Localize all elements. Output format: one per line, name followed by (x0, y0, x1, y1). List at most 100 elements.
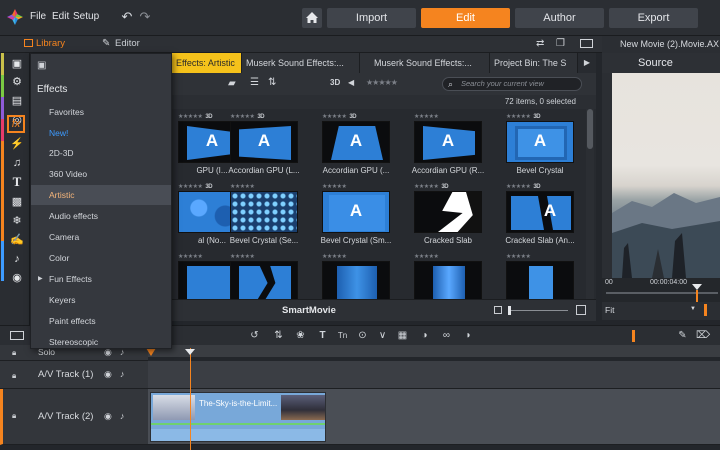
library-tab[interactable]: Library (36, 38, 65, 49)
menu-item-color[interactable]: Color (31, 248, 171, 268)
effects-fx-icon[interactable]: fx (7, 115, 25, 133)
author-mode-button[interactable]: Author (515, 8, 604, 28)
thumb-size-slider[interactable] (508, 310, 568, 311)
edit-tool-icon[interactable]: ✎ (676, 329, 689, 342)
tab-muserk-2[interactable]: Muserk Sound Effects:... (360, 53, 490, 73)
large-thumb-icon[interactable] (576, 305, 586, 315)
music-icon[interactable]: ♫ (10, 156, 24, 170)
menu-file[interactable]: File (30, 11, 46, 22)
edit-mode-button[interactable]: Edit (421, 8, 510, 28)
montage-icon[interactable]: ▩ (10, 195, 24, 209)
menu-item-keyers[interactable]: Keyers (31, 290, 171, 310)
motion-icon[interactable]: ❄ (10, 214, 24, 228)
3d-filter-label[interactable]: 3D (330, 78, 340, 87)
trash-icon[interactable]: ⌦ (696, 329, 710, 342)
copy-icon[interactable]: ❐ (556, 38, 565, 49)
tab-muserk-1[interactable]: Muserk Sound Effects:... (242, 53, 360, 73)
effect-tile[interactable]: ★★★★★ 3D Cracked Slab (408, 183, 488, 245)
search-input[interactable]: ⌕ Search your current view (442, 77, 582, 91)
menu-item-camera[interactable]: Camera (31, 227, 171, 247)
effect-tile[interactable]: ★★★★★ 3D A Cracked Slab (An... (500, 183, 580, 245)
playhead-handle[interactable] (185, 349, 195, 355)
slider-handle[interactable] (508, 306, 511, 315)
scene-tool-icon[interactable]: ◗ (462, 329, 475, 342)
smartmovie-button[interactable]: SmartMovie (282, 305, 336, 316)
microphone-icon[interactable]: ⊙ (356, 329, 369, 342)
effect-tile[interactable]: ★★★★★ Bevel Crystal (Se... (224, 183, 304, 245)
video-preview[interactable] (612, 73, 720, 278)
track-lane-av1[interactable] (148, 361, 720, 389)
brush-icon[interactable]: ✍ (10, 233, 24, 247)
grid-tool-icon[interactable]: ▦ (396, 329, 409, 342)
rating-filter-stars[interactable]: ★★★★★ (366, 78, 398, 87)
chevron-down-icon[interactable]: ▼ (690, 306, 696, 312)
lock-icon[interactable]: 🔒︎ (12, 411, 16, 421)
text-tool-icon[interactable]: Tn (336, 329, 349, 342)
collections-icon[interactable]: ⚙ (10, 75, 24, 89)
track-controls[interactable]: ◉♪ (104, 411, 132, 422)
effect-tile[interactable]: ★★★★★ (500, 253, 580, 299)
menu-item-fun-effects[interactable]: Fun Effects (31, 269, 171, 289)
folder-icon[interactable]: ▰ (228, 78, 236, 89)
title-tool-icon[interactable]: T (316, 329, 329, 342)
tab-project-bin[interactable]: Project Bin: The S (490, 53, 578, 73)
menu-setup[interactable]: Setup (73, 11, 99, 22)
effect-tile[interactable]: ★★★★★ 3D A Accordian GPU (L... (224, 113, 304, 175)
project-bins-icon[interactable]: ▣ (10, 57, 24, 71)
transitions-icon[interactable]: ⚡ (10, 137, 24, 151)
undo-clip-icon[interactable]: ↺ (248, 329, 261, 342)
split-icon[interactable]: ⇅ (272, 329, 285, 342)
effect-tile[interactable]: ★★★★★ (408, 253, 488, 299)
menu-item-new[interactable]: New! (31, 123, 171, 143)
import-mode-button[interactable]: Import (327, 8, 416, 28)
redo-icon[interactable]: ↷ (137, 9, 153, 25)
effect-tile[interactable]: ★★★★★ 3D A Accordian GPU (... (316, 113, 396, 175)
editor-tab[interactable]: Editor (115, 38, 140, 49)
lock-icon[interactable]: 🔒︎ (12, 371, 16, 381)
timeline-playhead[interactable] (190, 348, 191, 450)
track-controls[interactable]: ◉♪ (104, 369, 132, 380)
chevron-right-icon[interactable]: ▶ (578, 53, 596, 73)
media-icon[interactable]: ▤ (10, 94, 24, 108)
effect-tile[interactable]: ★★★★★ (316, 253, 396, 299)
link-icon[interactable]: ⇄ (536, 38, 544, 49)
zoom-fit-select[interactable]: Fit (605, 305, 614, 315)
export-mode-button[interactable]: Export (609, 8, 698, 28)
menu-item-favorites[interactable]: Favorites (31, 102, 171, 122)
lock-icon[interactable]: 🔒︎ (12, 348, 16, 358)
menu-edit[interactable]: Edit (52, 11, 69, 22)
effect-tile[interactable]: ★★★★★ A Bevel Crystal (Sm... (316, 183, 396, 245)
menu-item-stereoscopic[interactable]: Stereoscopic (31, 332, 171, 352)
sound-icon[interactable]: ◉ (10, 271, 24, 285)
menu-item-360-video[interactable]: 360 Video (31, 164, 171, 184)
menu-item-artistic[interactable]: Artistic (31, 185, 171, 205)
list-view-icon[interactable]: ☰ (250, 77, 259, 88)
tab-effects-artistic[interactable]: Effects: Artistic × (172, 53, 242, 73)
titles-icon[interactable]: T (10, 175, 24, 189)
layout-icon[interactable] (580, 39, 593, 48)
small-thumb-icon[interactable] (494, 306, 502, 314)
video-clip[interactable]: The-Sky-is-the-Limit... (150, 392, 326, 442)
audio-icon[interactable]: ♪ (10, 252, 24, 266)
tag-icon[interactable]: ◀ (348, 78, 354, 87)
effect-tile[interactable]: ★★★★★ A Accordian GPU (R... (408, 113, 488, 175)
home-button[interactable] (302, 8, 322, 28)
timeline-ruler[interactable] (148, 345, 720, 357)
audio-wave-icon[interactable]: ∨ (376, 329, 389, 342)
link-tool-icon[interactable]: ∞ (440, 329, 453, 342)
menu-item-paint-effects[interactable]: Paint effects (31, 311, 171, 331)
grid-scrollbar[interactable] (586, 109, 594, 299)
menu-item-audio-effects[interactable]: Audio effects (31, 206, 171, 226)
undo-icon[interactable]: ↶ (119, 9, 135, 25)
menu-collapse-icon[interactable]: ▣ (37, 60, 46, 71)
scrubber-track[interactable] (606, 292, 718, 294)
timeline-layout-icon[interactable] (10, 331, 24, 340)
sort-icon[interactable]: ⇅ (268, 77, 276, 88)
scrollbar-thumb[interactable] (587, 109, 593, 149)
motion-tool-icon[interactable]: ❀ (294, 329, 307, 342)
effect-tile[interactable]: ★★★★★ 3D A Bevel Crystal (500, 113, 580, 175)
source-label[interactable]: Source (638, 57, 673, 69)
menu-item-2d-3d[interactable]: 2D-3D (31, 143, 171, 163)
effect-tile[interactable]: ★★★★★ (224, 253, 304, 299)
color-tool-icon[interactable]: ◑ (418, 329, 431, 342)
